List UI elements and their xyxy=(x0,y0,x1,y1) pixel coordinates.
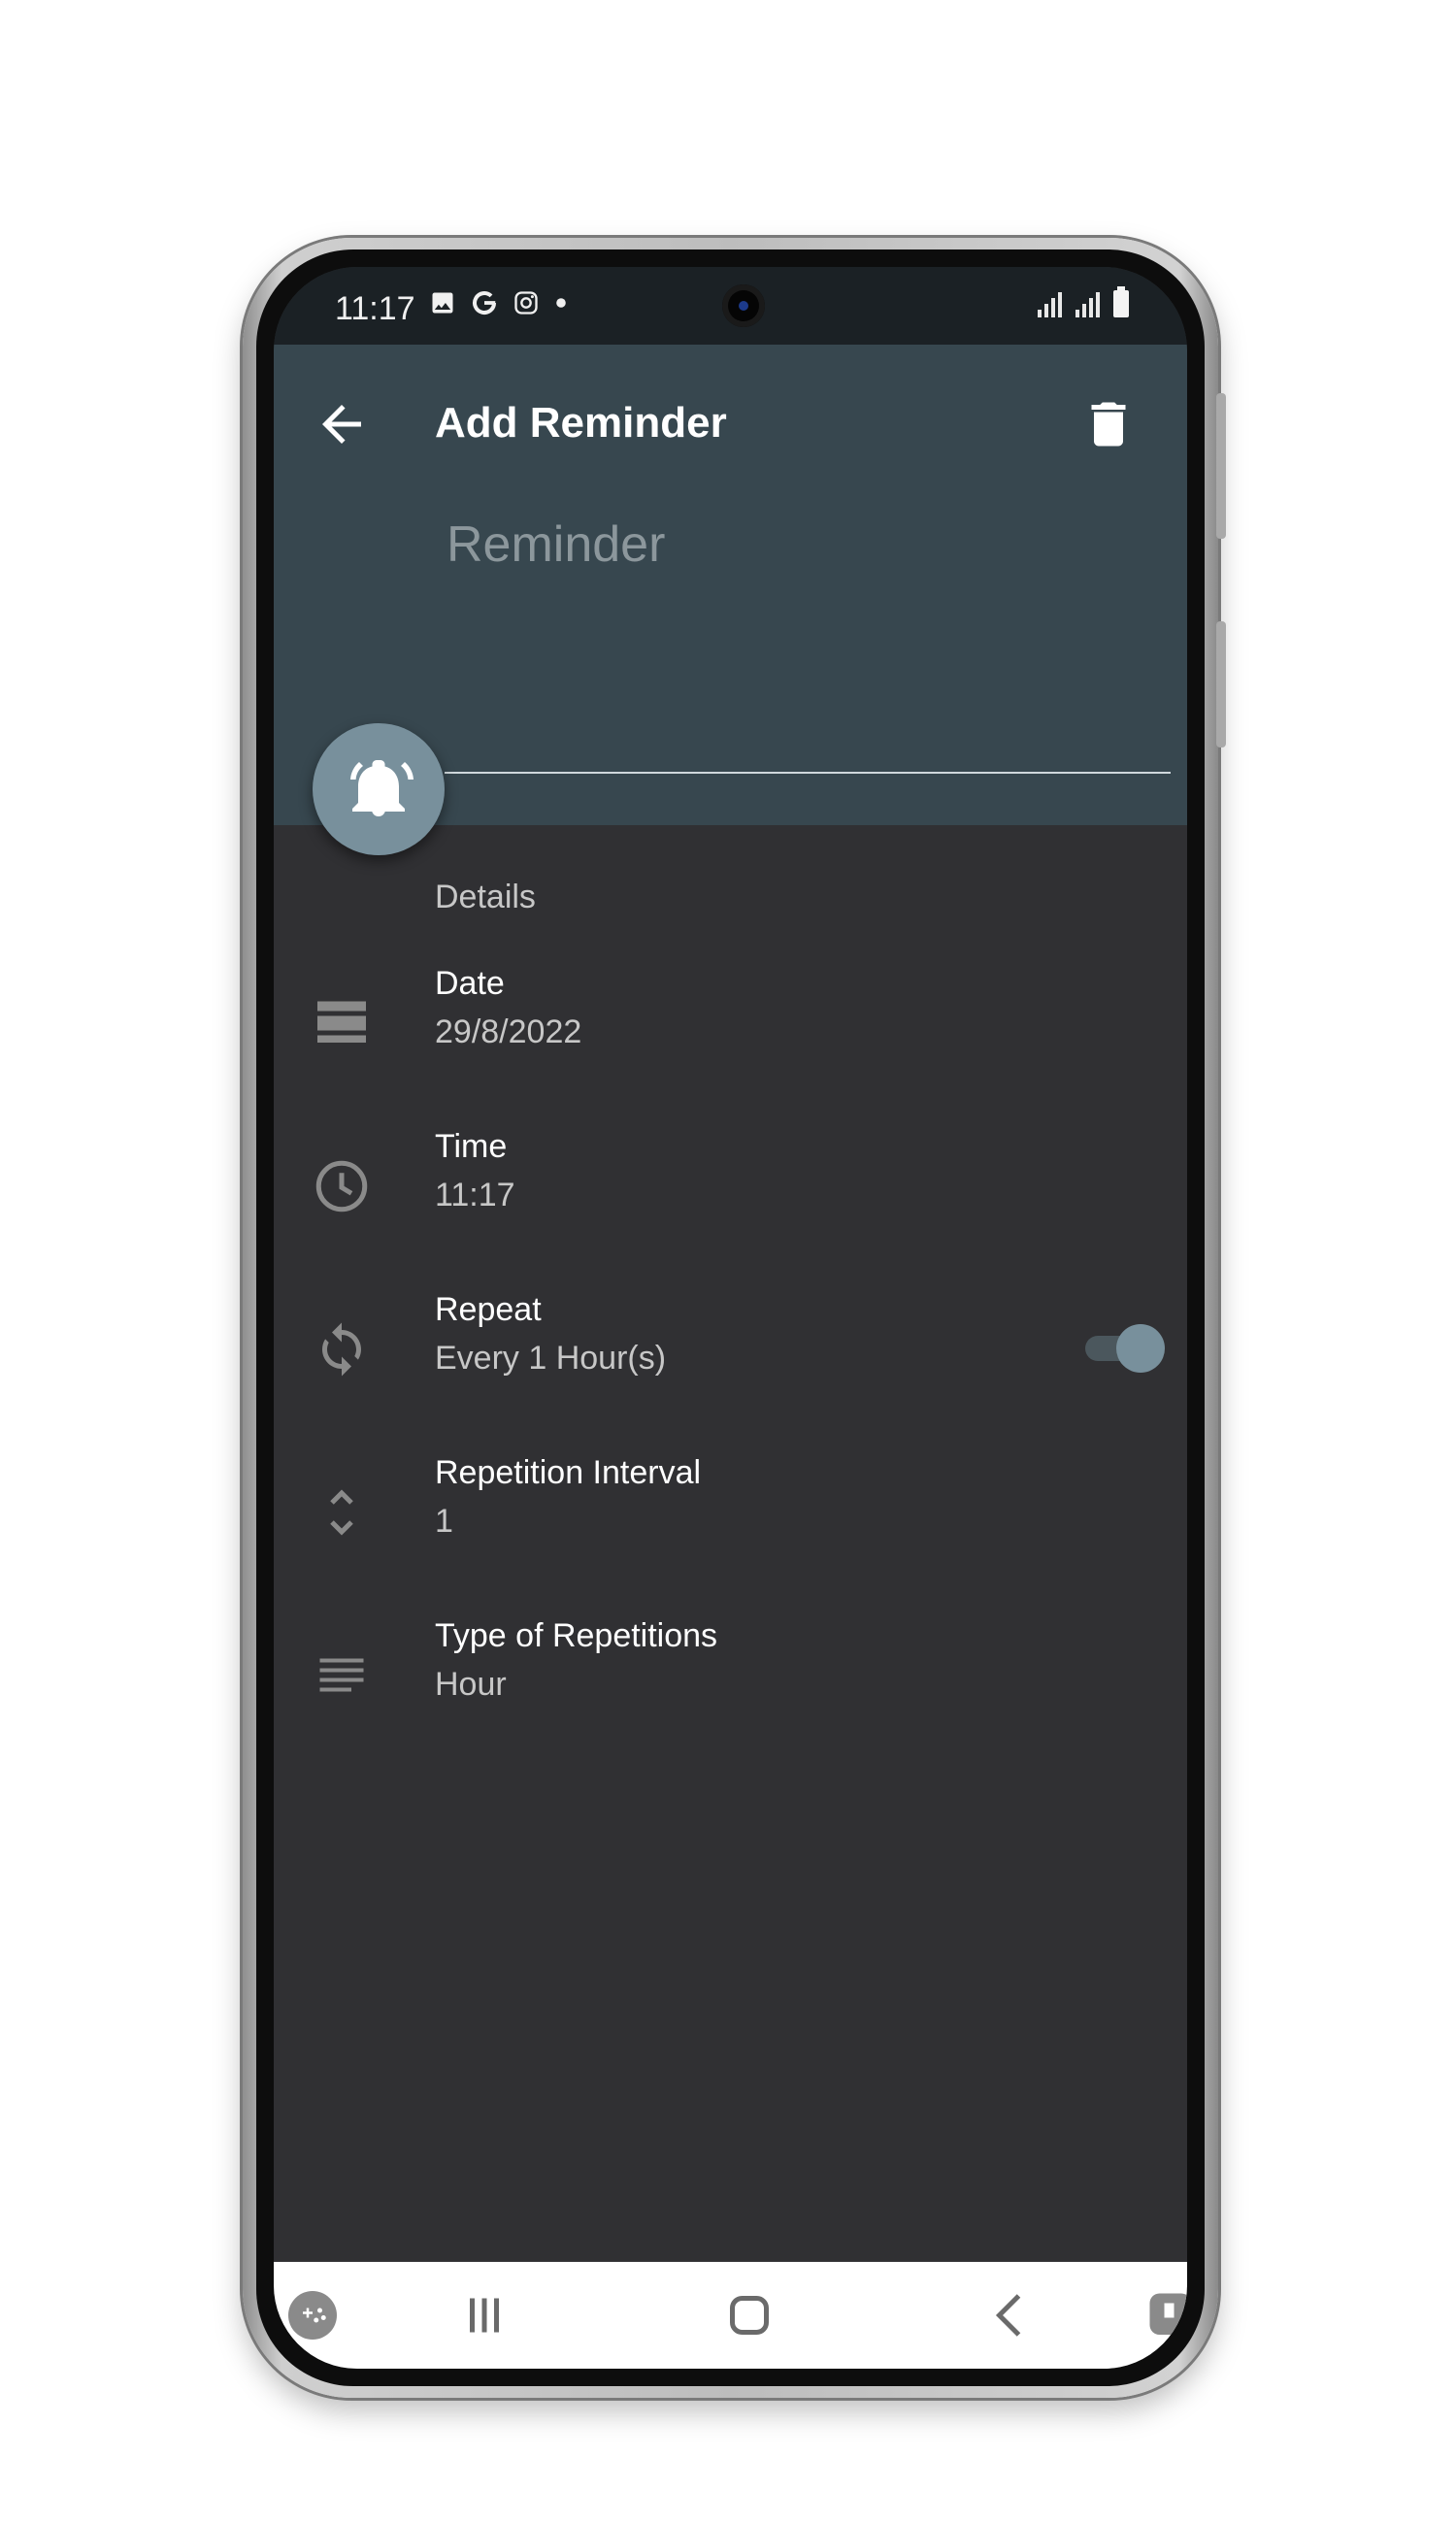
subject-icon xyxy=(319,1658,364,1692)
google-g-icon xyxy=(473,291,496,316)
battery-icon xyxy=(1113,286,1129,317)
power-button xyxy=(1216,621,1226,747)
volume-button xyxy=(1216,393,1226,539)
image-icon xyxy=(432,292,453,314)
time-title: Time xyxy=(435,1128,508,1165)
repeat-title: Repeat xyxy=(435,1291,542,1328)
date-title: Date xyxy=(435,965,505,1002)
check-icon[interactable] xyxy=(1181,395,1187,453)
repetition-interval-title: Repetition Interval xyxy=(435,1454,702,1491)
phone-frame: 11:17 Add Reminder Reminder Details Date… xyxy=(243,238,1226,2398)
clock-icon xyxy=(315,1160,368,1212)
repeat-toggle[interactable] xyxy=(1077,1322,1165,1373)
dot-icon xyxy=(556,298,566,308)
repetition-interval-value: 1 xyxy=(435,1503,453,1540)
type-of-repetitions-title: Type of Repetitions xyxy=(435,1617,718,1654)
home-icon[interactable] xyxy=(720,2286,778,2344)
type-of-repetitions-value: Hour xyxy=(435,1666,507,1703)
back-icon[interactable] xyxy=(982,2286,1041,2344)
trash-icon[interactable] xyxy=(1079,395,1138,453)
repeat-value: Every 1 Hour(s) xyxy=(435,1340,667,1377)
accessibility-icon[interactable] xyxy=(1142,2286,1187,2344)
system-nav-bar xyxy=(274,2262,1187,2369)
unfold-icon xyxy=(330,1489,353,1536)
status-bar: 11:17 xyxy=(274,267,1187,345)
repeat-icon xyxy=(322,1322,361,1377)
toggle-thumb xyxy=(1116,1324,1165,1373)
bell-fab-button[interactable] xyxy=(313,723,445,855)
status-system-icons xyxy=(1038,286,1129,317)
date-row[interactable]: Date 29/8/2022 xyxy=(274,961,1187,1087)
screen: 11:17 Add Reminder Reminder Details Date… xyxy=(274,267,1187,2369)
type-of-repetitions-row[interactable]: Type of Repetitions Hour xyxy=(274,1613,1187,1740)
game-launcher-icon[interactable] xyxy=(283,2286,342,2344)
repeat-row[interactable]: Repeat Every 1 Hour(s) xyxy=(274,1287,1187,1413)
signal-icon xyxy=(1038,290,1062,317)
reminder-input[interactable] xyxy=(445,500,1172,589)
signal-icon xyxy=(1075,290,1100,317)
reminder-input-underline xyxy=(445,772,1171,774)
calendar-icon xyxy=(317,1001,366,1043)
bell-ringing-icon xyxy=(350,760,414,816)
status-time: 11:17 xyxy=(335,290,415,327)
front-camera xyxy=(722,284,765,327)
recents-icon[interactable] xyxy=(455,2286,513,2344)
instagram-icon xyxy=(514,291,538,315)
repetition-interval-row[interactable]: Repetition Interval 1 xyxy=(274,1450,1187,1577)
time-value: 11:17 xyxy=(435,1177,515,1213)
time-row[interactable]: Time 11:17 xyxy=(274,1124,1187,1250)
date-value: 29/8/2022 xyxy=(435,1013,582,1050)
details-section-label: Details xyxy=(435,879,536,915)
status-notification-icons xyxy=(429,288,569,317)
page-title: Add Reminder xyxy=(435,399,727,447)
arrow-left-icon[interactable] xyxy=(313,395,371,453)
phone-bezel: 11:17 Add Reminder Reminder Details Date… xyxy=(256,249,1205,2386)
